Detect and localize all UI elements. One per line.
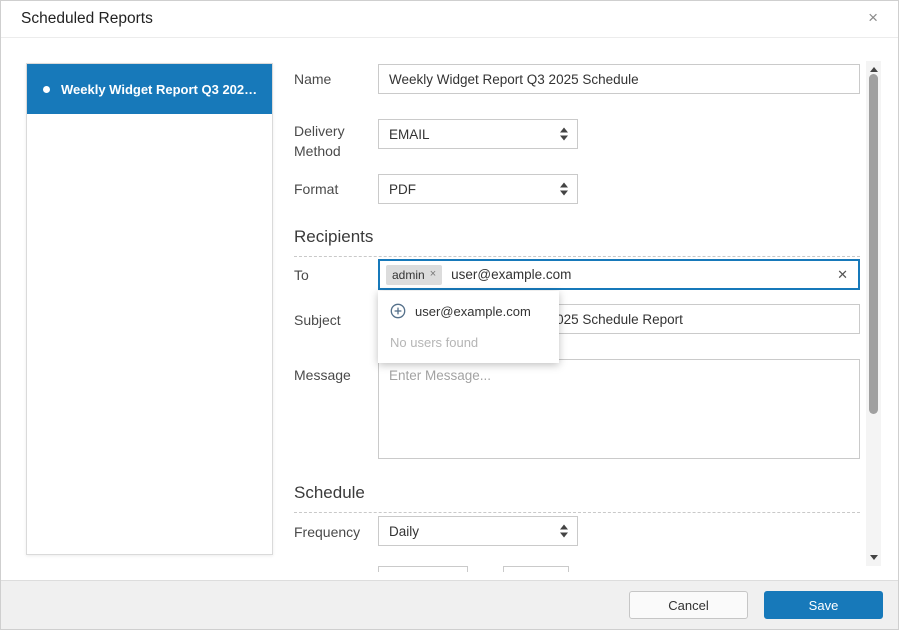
- dialog-title: Scheduled Reports: [21, 10, 153, 28]
- remove-tag-icon[interactable]: ×: [430, 269, 436, 280]
- chevron-updown-icon: [560, 128, 568, 141]
- to-typed-text: user@example.com: [451, 267, 837, 282]
- circle-plus-icon: [390, 303, 406, 319]
- cancel-button[interactable]: Cancel: [629, 591, 748, 619]
- cut-off-input[interactable]: [378, 566, 468, 572]
- scrollbar-thumb[interactable]: [869, 74, 878, 414]
- delivery-method-select[interactable]: EMAIL: [378, 119, 578, 149]
- save-button[interactable]: Save: [764, 591, 883, 619]
- scheduled-reports-dialog: Scheduled Reports × Weekly Widget Report…: [0, 0, 899, 630]
- recipient-suggestions-dropdown: user@example.com No users found: [378, 291, 559, 363]
- frequency-label: Frequency: [294, 524, 360, 540]
- chevron-updown-icon: [560, 525, 568, 538]
- recipients-to-field[interactable]: admin × user@example.com ✕: [378, 259, 860, 290]
- format-select[interactable]: PDF: [378, 174, 578, 204]
- close-icon[interactable]: ×: [862, 8, 884, 27]
- format-label: Format: [294, 181, 338, 197]
- chevron-updown-icon: [560, 183, 568, 196]
- name-input[interactable]: [378, 64, 860, 94]
- message-label: Message: [294, 367, 351, 383]
- bullet-icon: [43, 86, 50, 93]
- recipient-tag-label: admin: [392, 268, 425, 282]
- recipient-tag: admin ×: [386, 265, 442, 285]
- suggestion-add-item[interactable]: user@example.com: [378, 295, 559, 327]
- suggestion-add-label: user@example.com: [415, 304, 531, 319]
- delivery-method-label: Delivery Method: [294, 121, 358, 161]
- no-users-found-text: No users found: [378, 327, 559, 359]
- dialog-footer: Cancel Save: [1, 580, 898, 629]
- scroll-down-icon[interactable]: [866, 550, 881, 565]
- list-item-label: Weekly Widget Report Q3 202…: [61, 82, 257, 97]
- frequency-value: Daily: [389, 524, 419, 539]
- subject-label: Subject: [294, 312, 341, 328]
- schedule-list-panel: Weekly Widget Report Q3 202…: [26, 63, 273, 555]
- clear-field-icon[interactable]: ✕: [837, 268, 848, 281]
- vertical-scrollbar[interactable]: [866, 61, 881, 566]
- cut-off-input[interactable]: [503, 566, 569, 572]
- dialog-header: Scheduled Reports: [1, 1, 898, 38]
- schedule-section-heading: Schedule: [294, 483, 860, 513]
- list-item-selected[interactable]: Weekly Widget Report Q3 202…: [27, 64, 272, 114]
- delivery-method-value: EMAIL: [389, 127, 430, 142]
- frequency-select[interactable]: Daily: [378, 516, 578, 546]
- message-textarea[interactable]: [378, 359, 860, 459]
- to-label: To: [294, 267, 309, 283]
- format-value: PDF: [389, 182, 416, 197]
- recipients-section-heading: Recipients: [294, 227, 860, 257]
- name-label: Name: [294, 71, 331, 87]
